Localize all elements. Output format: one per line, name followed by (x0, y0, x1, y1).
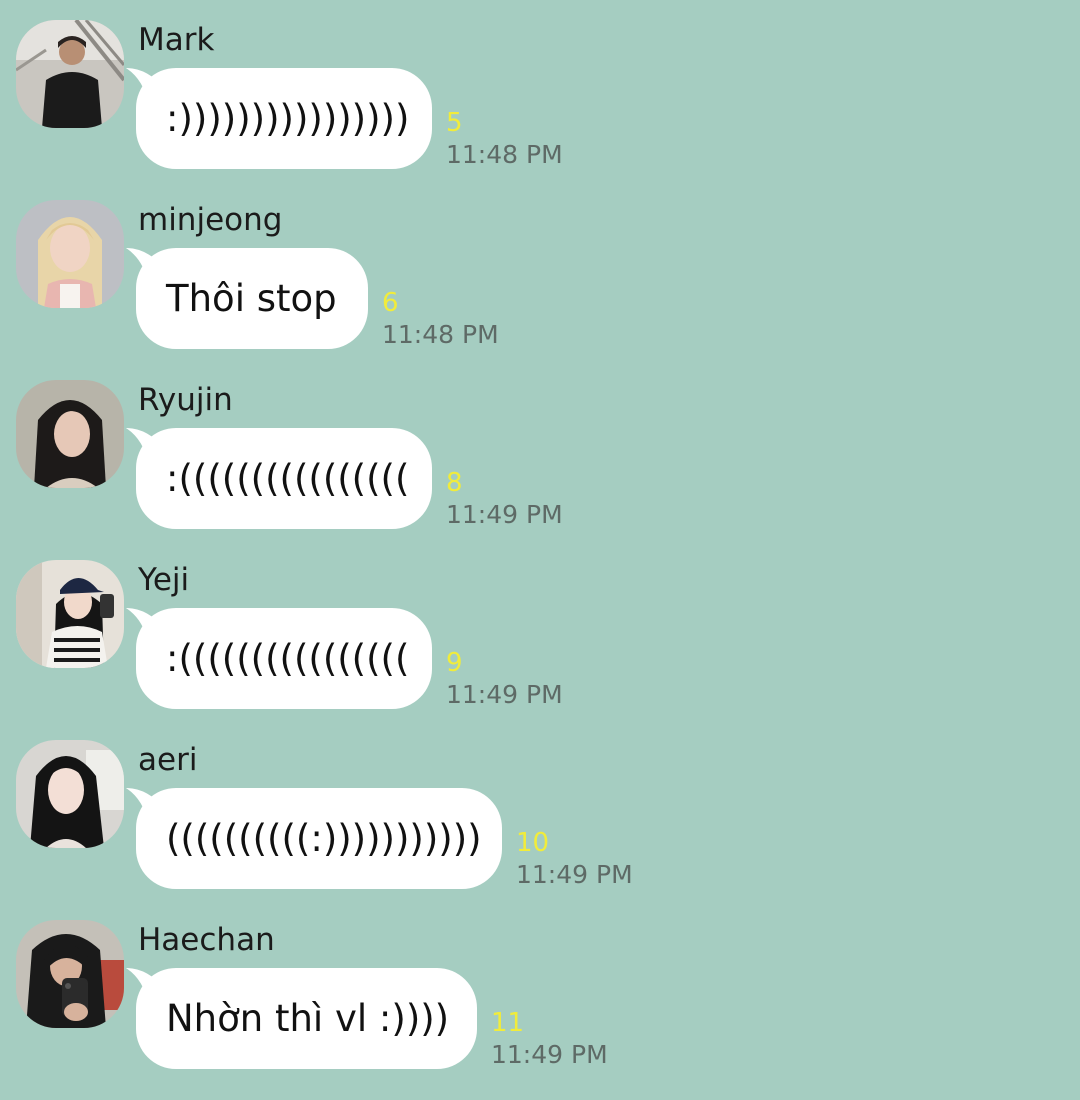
message-meta: 11 11:49 PM (491, 1008, 608, 1072)
chat-message: Mark :)))))))))))))))) 5 11:48 PM (0, 20, 1080, 200)
timestamp: 11:48 PM (382, 320, 499, 349)
chat-message: aeri ((((((((((:))))))))))) 10 11:49 PM (0, 740, 1080, 920)
message-bubble[interactable]: ((((((((((:))))))))))) (136, 788, 502, 889)
sender-name: Ryujin (138, 382, 233, 418)
avatar[interactable] (16, 560, 124, 668)
message-bubble[interactable]: :(((((((((((((((( (136, 608, 432, 709)
chat-message: Haechan Nhờn thì vl :)))) 11 11:49 PM (0, 920, 1080, 1100)
timestamp: 11:49 PM (491, 1040, 608, 1069)
sender-name: minjeong (138, 202, 283, 238)
avatar[interactable] (16, 380, 124, 488)
message-meta: 5 11:48 PM (446, 108, 563, 172)
unread-count: 5 (446, 108, 463, 138)
sender-name: Haechan (138, 922, 275, 958)
timestamp: 11:48 PM (446, 140, 563, 169)
avatar[interactable] (16, 20, 124, 128)
message-text: Thôi stop (166, 277, 337, 320)
message-bubble[interactable]: Thôi stop (136, 248, 368, 349)
timestamp: 11:49 PM (516, 860, 633, 889)
message-text: ((((((((((:))))))))))) (166, 817, 482, 860)
avatar[interactable] (16, 200, 124, 308)
unread-count: 8 (446, 468, 463, 498)
unread-count: 11 (491, 1008, 525, 1038)
message-meta: 8 11:49 PM (446, 468, 563, 532)
sender-name: aeri (138, 742, 198, 778)
sender-name: Yeji (138, 562, 190, 598)
timestamp: 11:49 PM (446, 500, 563, 529)
avatar[interactable] (16, 740, 124, 848)
chat-message: Yeji :(((((((((((((((( 9 11:49 PM (0, 560, 1080, 740)
message-text: :(((((((((((((((( (166, 457, 410, 500)
message-text: Nhờn thì vl :)))) (166, 997, 450, 1040)
chat-message: Ryujin :(((((((((((((((( 8 11:49 PM (0, 380, 1080, 560)
message-bubble[interactable]: Nhờn thì vl :)))) (136, 968, 477, 1069)
message-meta: 9 11:49 PM (446, 648, 563, 712)
unread-count: 9 (446, 648, 463, 678)
message-text: :(((((((((((((((( (166, 637, 410, 680)
sender-name: Mark (138, 22, 215, 58)
message-text: :)))))))))))))))) (166, 97, 410, 140)
unread-count: 6 (382, 288, 399, 318)
unread-count: 10 (516, 828, 550, 858)
message-meta: 10 11:49 PM (516, 828, 633, 892)
message-bubble[interactable]: :)))))))))))))))) (136, 68, 432, 169)
chat-message: minjeong Thôi stop 6 11:48 PM (0, 200, 1080, 380)
message-meta: 6 11:48 PM (382, 288, 499, 352)
message-bubble[interactable]: :(((((((((((((((( (136, 428, 432, 529)
timestamp: 11:49 PM (446, 680, 563, 709)
avatar[interactable] (16, 920, 124, 1028)
